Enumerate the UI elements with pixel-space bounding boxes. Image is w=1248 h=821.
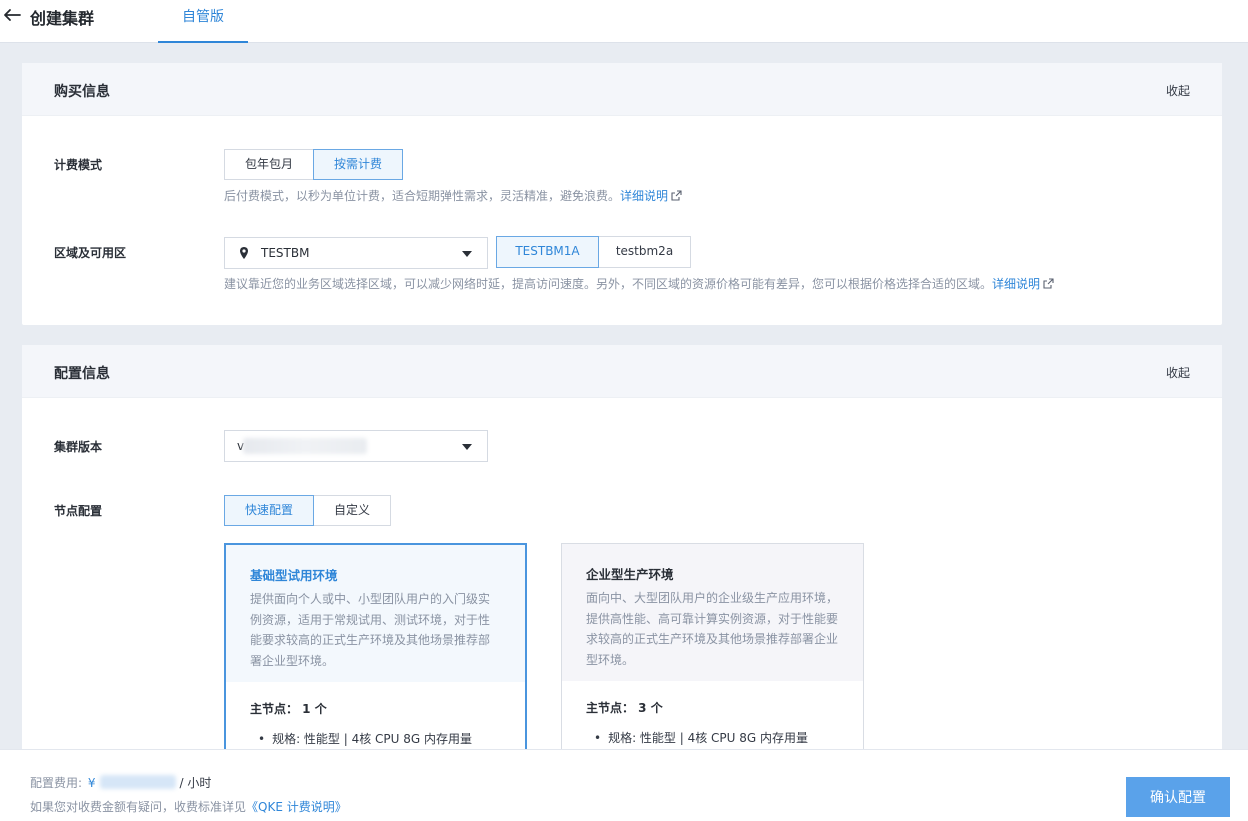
bottom-bar: 配置费用: ¥ / 小时 如果您对收费金额有疑问，收费标准详见《QKE 计费说明》… [0, 749, 1248, 821]
page-title: 创建集群 [30, 9, 95, 28]
region-select[interactable]: TESTBM [224, 237, 488, 269]
location-pin-icon [240, 247, 248, 259]
config-info-title: 配置信息 [54, 366, 110, 382]
env-card-enterprise-bottom: 主节点： 3 个 规格: 性能型 | 4核 CPU 8G 内存用量 [562, 681, 863, 746]
billing-detail-link[interactable]: 详细说明 [620, 189, 668, 203]
purchase-info-header: 购买信息 收起 [22, 63, 1222, 116]
env-card-title: 企业型生产环境 [586, 567, 674, 582]
env-card-basic-bottom: 主节点： 1 个 规格: 性能型 | 4核 CPU 8G 内存用量 [226, 682, 525, 747]
region-hint-text: 建议靠近您的业务区域选择区域，可以减少网络时延，提高访问速度。另外，不同区域的资… [224, 277, 993, 291]
cluster-version-select[interactable]: v [224, 430, 488, 462]
back-arrow-icon[interactable] [2, 5, 22, 25]
cost-currency: ¥ [87, 776, 96, 790]
billing-option-yearly-monthly[interactable]: 包年包月 [224, 149, 314, 180]
top-bar: 创建集群 自管版 [0, 0, 1248, 43]
config-info-card: 配置信息 收起 集群版本 v 节点配置 快速配置 自定义 基础型试用环境 提供面… [22, 345, 1222, 793]
config-collapse-link[interactable]: 收起 [1166, 364, 1190, 381]
external-link-icon[interactable] [1043, 278, 1054, 289]
billing-note: 如果您对收费金额有疑问，收费标准详见《QKE 计费说明》 [30, 798, 347, 815]
redacted-cost-mask [99, 775, 176, 789]
node-option-custom[interactable]: 自定义 [313, 495, 391, 526]
config-info-header: 配置信息 收起 [22, 345, 1222, 398]
purchase-info-title: 购买信息 [54, 84, 110, 100]
region-select-value: TESTBM [261, 246, 310, 260]
env-card-title: 基础型试用环境 [250, 568, 338, 583]
env-card-master-count: 主节点： 1 个 [250, 702, 327, 716]
tab-self-managed[interactable]: 自管版 [158, 0, 248, 43]
billing-hint-text: 后付费模式，以秒为单位计费，适合短期弹性需求，灵活精准，避免浪费。 [224, 189, 621, 203]
env-card-enterprise-top: 企业型生产环境 面向中、大型团队用户的企业级生产应用环境，提供高性能、高可靠计算… [562, 544, 863, 681]
purchase-info-card: 购买信息 收起 计费模式 包年包月 按需计费 后付费模式，以秒为单位计费，适合短… [22, 63, 1222, 325]
node-config-label: 节点配置 [54, 504, 103, 518]
chevron-down-icon [462, 251, 472, 257]
billing-note-text: 如果您对收费金额有疑问，收费标准详见 [30, 800, 247, 814]
env-card-spec: 规格: 性能型 | 4核 CPU 8G 内存用量 [586, 729, 839, 746]
region-detail-link[interactable]: 详细说明 [992, 277, 1040, 291]
redacted-version-mask [243, 438, 367, 454]
node-config-selector: 快速配置 自定义 [224, 495, 391, 526]
billing-option-on-demand[interactable]: 按需计费 [313, 149, 403, 180]
zone-option-testbm2a[interactable]: testbm2a [598, 236, 691, 268]
billing-hint: 后付费模式，以秒为单位计费，适合短期弹性需求，灵活精准，避免浪费。详细说明 [224, 187, 682, 204]
zone-selector: TESTBM1A testbm2a [496, 236, 691, 268]
external-link-icon[interactable] [671, 190, 682, 201]
cluster-version-label: 集群版本 [54, 440, 103, 454]
cost-label: 配置费用: [30, 776, 83, 790]
billing-mode-label: 计费模式 [54, 158, 103, 172]
env-card-desc: 面向中、大型团队用户的企业级生产应用环境，提供高性能、高可靠计算实例资源，对于性… [586, 591, 839, 667]
billing-mode-selector: 包年包月 按需计费 [224, 149, 403, 180]
env-card-spec: 规格: 性能型 | 4核 CPU 8G 内存用量 [250, 730, 501, 747]
env-card-desc: 提供面向个人或中、小型团队用户的入门级实例资源，适用于常规试用、测试环境，对于性… [250, 592, 491, 668]
env-card-basic-top: 基础型试用环境 提供面向个人或中、小型团队用户的入门级实例资源，适用于常规试用、… [226, 545, 525, 682]
billing-doc-link[interactable]: 《QKE 计费说明》 [246, 800, 347, 814]
cost-line: 配置费用: ¥ / 小时 [30, 774, 211, 791]
env-card-master-count: 主节点： 3 个 [586, 701, 663, 715]
purchase-collapse-link[interactable]: 收起 [1166, 82, 1190, 99]
cost-unit: / 小时 [179, 776, 212, 790]
region-hint: 建议靠近您的业务区域选择区域，可以减少网络时延，提高访问速度。另外，不同区域的资… [224, 275, 1054, 292]
node-option-quick[interactable]: 快速配置 [224, 495, 314, 526]
region-label: 区域及可用区 [54, 246, 127, 260]
chevron-down-icon [462, 444, 472, 450]
confirm-config-button[interactable]: 确认配置 [1126, 777, 1230, 817]
zone-option-testbm1a[interactable]: TESTBM1A [496, 236, 599, 268]
